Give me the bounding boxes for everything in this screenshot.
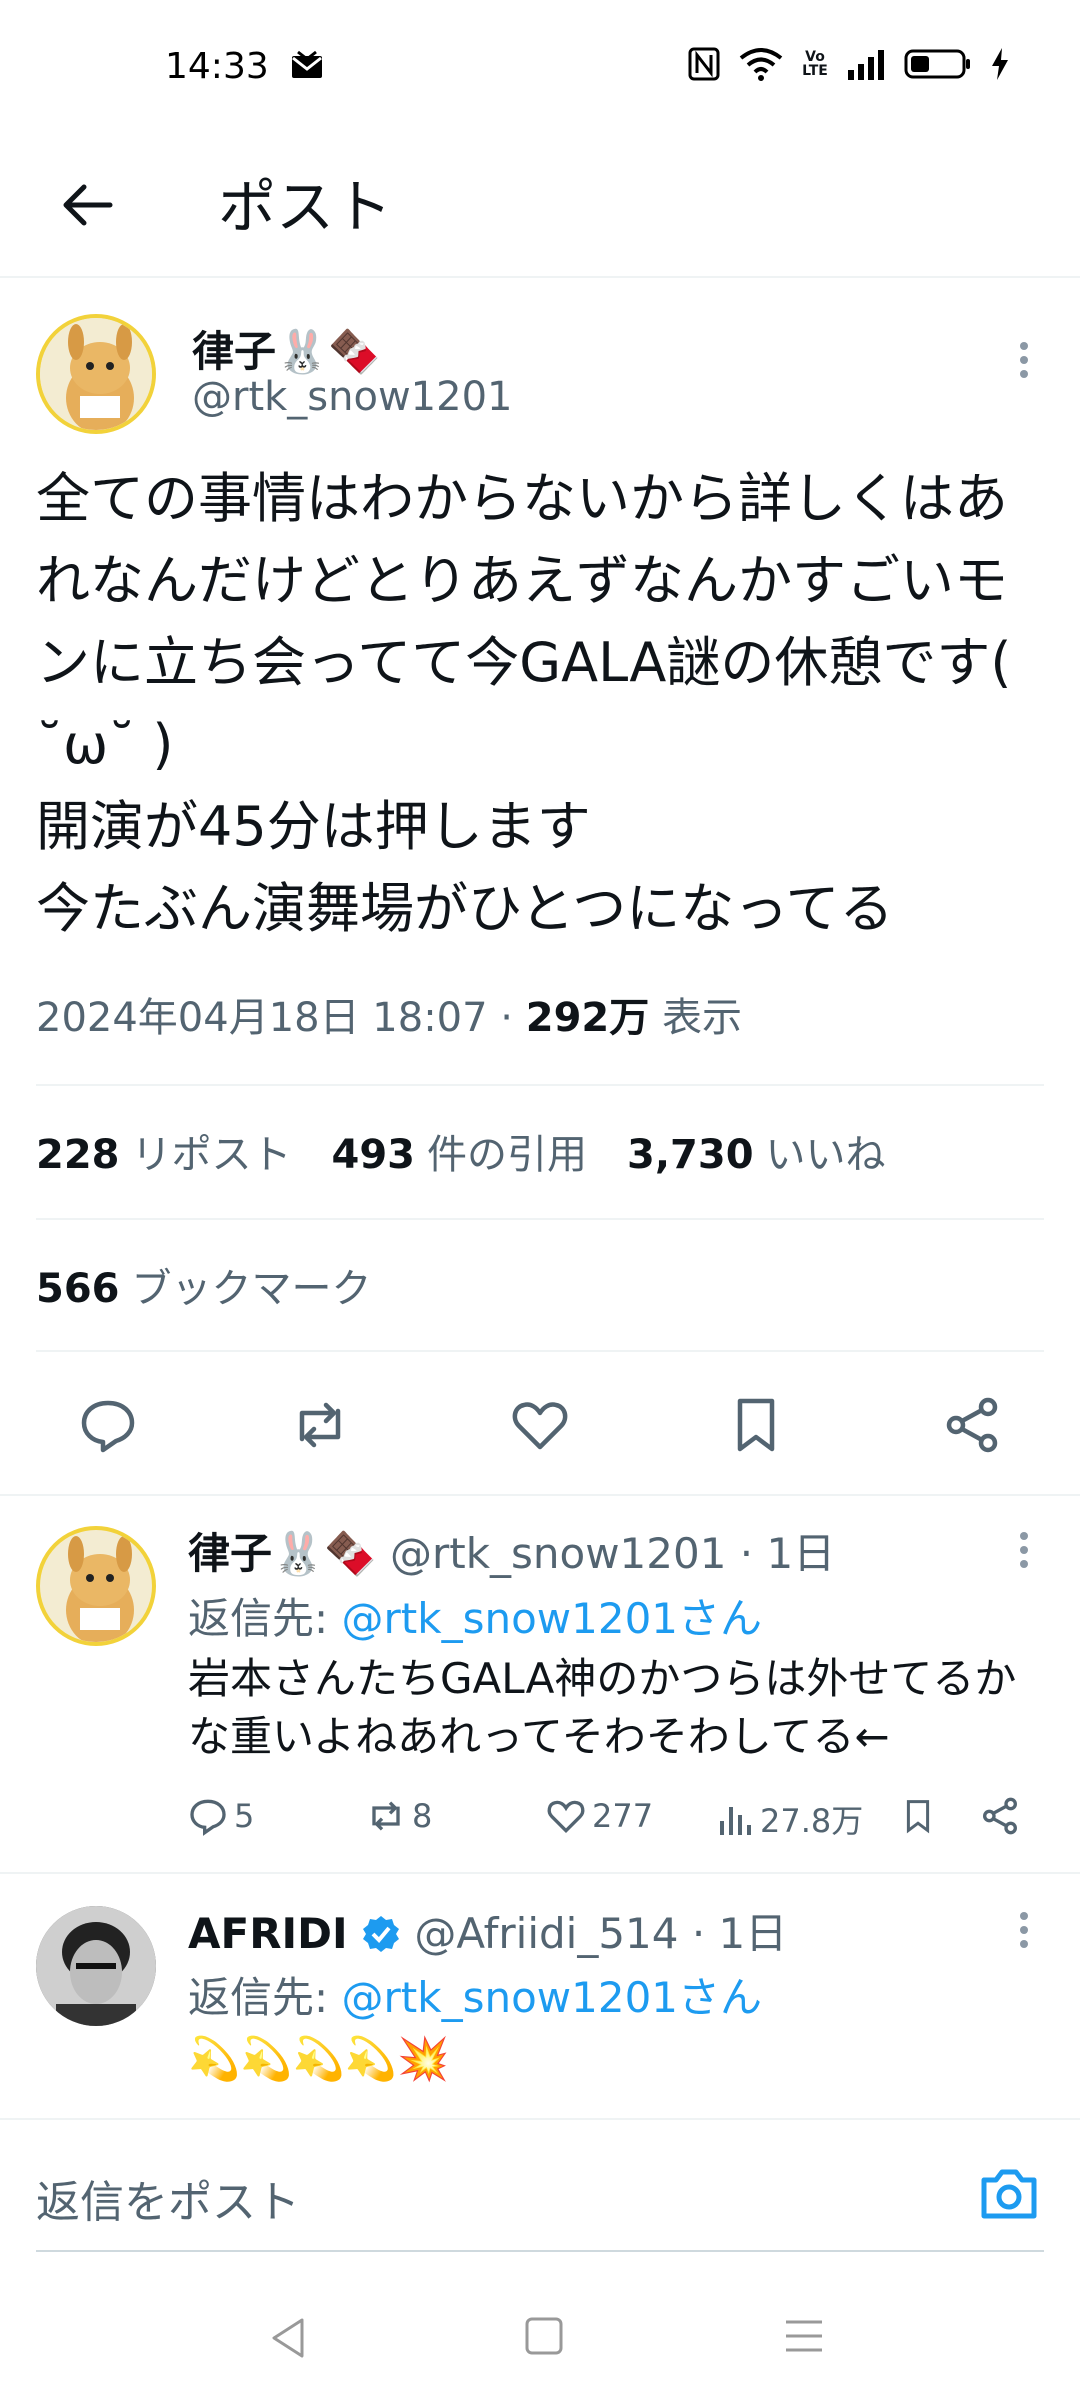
battery-icon: [904, 49, 970, 79]
reply-comment-button[interactable]: 5: [188, 1796, 254, 1836]
reply-author-handle[interactable]: @rtk_snow1201 · 1日: [390, 1529, 835, 1578]
like-icon[interactable]: [510, 1395, 570, 1455]
signal-icon: [848, 50, 884, 80]
divider: [0, 2118, 1080, 2120]
avatar-image: [66, 1536, 134, 1642]
author-name[interactable]: 律子🐰🍫: [192, 318, 381, 379]
status-bar: 14:33 Vo LTE: [0, 0, 1080, 140]
more-options-icon[interactable]: [1018, 1910, 1030, 1960]
reply-to: 返信先: @rtk_snow1201さん: [188, 1594, 763, 1643]
reply-header: AFRIDI @Afriidi_514 · 1日: [188, 1900, 787, 1961]
more-options-icon[interactable]: [1018, 1530, 1030, 1580]
author-handle[interactable]: @rtk_snow1201: [192, 374, 512, 420]
repost-icon[interactable]: [290, 1395, 350, 1455]
quotes-stat[interactable]: 493 件の引用: [332, 1122, 588, 1180]
repost-icon: [372, 1801, 400, 1831]
likes-stat[interactable]: 3,730 いいね: [627, 1122, 886, 1180]
reply-author-name[interactable]: 律子🐰🍫: [188, 1529, 377, 1578]
nav-menu-icon[interactable]: [784, 2318, 824, 2354]
reply-icon: [190, 1799, 226, 1836]
reply-to-link[interactable]: @rtk_snow1201さん: [342, 1973, 763, 2022]
charging-icon: [992, 48, 1008, 80]
reply-to-link[interactable]: @rtk_snow1201さん: [342, 1594, 763, 1643]
volte-icon: Vo LTE: [802, 49, 828, 79]
reply-views-button[interactable]: 27.8万: [718, 1796, 863, 1842]
tweet-actions: [0, 1375, 1080, 1475]
wifi-icon: [739, 48, 783, 81]
tweet-stats: 228 リポスト 493 件の引用 3,730 いいね: [36, 1122, 886, 1180]
author-avatar[interactable]: [36, 314, 156, 434]
avatar-image: [36, 1906, 156, 2026]
nfc-icon: [688, 47, 720, 81]
like-icon: [547, 1800, 585, 1834]
reply-text: 💫💫💫💫💥: [188, 2034, 450, 2083]
back-arrow-icon: [63, 184, 113, 226]
reply-avatar[interactable]: [36, 1526, 156, 1646]
share-icon: [983, 1797, 1017, 1835]
status-time: 14:33: [165, 46, 269, 87]
divider: [36, 1084, 1044, 1086]
avatar-image: [40, 318, 152, 430]
reposts-stat[interactable]: 228 リポスト: [36, 1122, 292, 1180]
system-nav-bar: [0, 2280, 1080, 2400]
tweet-meta: 2024年04月18日 18:07 · 292万 表示: [36, 985, 742, 1043]
divider: [36, 1350, 1044, 1352]
reply-header: 律子🐰🍫 @rtk_snow1201 · 1日: [188, 1520, 835, 1581]
bookmarks-stat[interactable]: 566 ブックマーク: [36, 1256, 372, 1314]
reply-like-button[interactable]: 277: [546, 1796, 653, 1836]
reply-bookmark-button[interactable]: [900, 1796, 936, 1836]
reply-compose-input[interactable]: 返信をポスト: [36, 2166, 300, 2230]
top-bar: ポスト: [0, 140, 1080, 278]
reply-share-button[interactable]: [980, 1796, 1020, 1836]
mail-icon: [292, 50, 322, 78]
divider: [36, 1218, 1044, 1220]
tweet-views-count: 292万: [525, 995, 650, 1041]
share-icon[interactable]: [942, 1395, 1002, 1455]
more-options-icon[interactable]: [1018, 340, 1030, 390]
nav-home-icon[interactable]: [524, 2316, 564, 2356]
status-icons: Vo LTE: [688, 46, 1010, 82]
views-icon: [720, 1807, 751, 1835]
bookmark-icon: [906, 1800, 930, 1834]
tweet-views-label: 表示: [649, 995, 742, 1041]
reply-avatar[interactable]: [36, 1906, 156, 2026]
verified-badge-icon: [363, 1916, 400, 1952]
divider: [0, 1872, 1080, 1874]
reply-to: 返信先: @rtk_snow1201さん: [188, 1973, 763, 2022]
reply-repost-button[interactable]: 8: [366, 1796, 432, 1836]
nav-back-icon[interactable]: [268, 2316, 308, 2360]
compose-underline: [36, 2250, 1044, 2252]
back-button[interactable]: [52, 170, 122, 240]
reply-text: 岩本さんたちGALA神のかつらは外せてるかな重いよねあれってそわそわしてる←: [188, 1654, 1017, 1761]
divider: [0, 1494, 1080, 1496]
tweet-timestamp: 2024年04月18日 18:07 ·: [36, 995, 526, 1041]
reply-actions: 5 8 277 27.8万: [0, 1796, 1080, 1846]
bookmark-icon[interactable]: [726, 1395, 786, 1455]
tweet-text: 全ての事情はわからないから詳しくはあれなんだけどとりあえずなんかすごいモンに立ち…: [36, 467, 1012, 940]
reply-icon[interactable]: [78, 1395, 138, 1455]
reply-author-handle[interactable]: @Afriidi_514 · 1日: [414, 1909, 787, 1958]
reply-author-name[interactable]: AFRIDI: [188, 1909, 348, 1958]
camera-icon[interactable]: [978, 2166, 1040, 2222]
page-title: ポスト: [218, 173, 393, 241]
